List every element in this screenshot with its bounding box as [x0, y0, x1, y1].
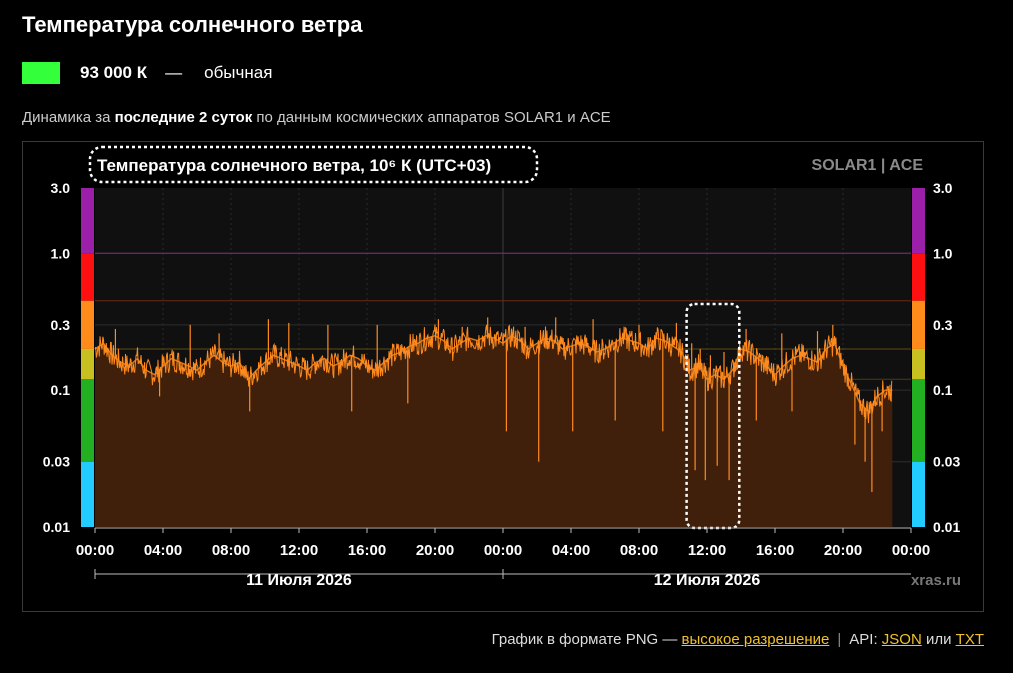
- high-resolution-link[interactable]: высокое разрешение: [682, 631, 830, 648]
- y-tick-label-left: 0.1: [51, 382, 71, 398]
- y-tick-label-right: 3.0: [933, 180, 953, 196]
- subtitle-period: последние 2 суток: [114, 109, 253, 126]
- y-tick-label-left: 0.03: [43, 454, 70, 470]
- color-scale-left-band: [81, 348, 94, 380]
- y-tick-label-left: 0.01: [43, 519, 70, 535]
- status-value: 93 000 К: [80, 63, 148, 82]
- footer-or-text: или: [921, 631, 956, 648]
- y-tick-label-left: 3.0: [51, 180, 71, 196]
- color-scale-left-band: [81, 300, 94, 349]
- footer-separator: |: [837, 631, 842, 648]
- color-scale-left-band: [81, 379, 94, 462]
- color-scale-right-band: [912, 348, 925, 380]
- color-scale-right-band: [912, 188, 925, 254]
- current-status: 93 000 К — обычная: [22, 60, 272, 86]
- source-label: SOLAR1 | ACE: [812, 157, 924, 174]
- json-link[interactable]: JSON: [882, 631, 922, 648]
- y-tick-label-right: 0.03: [933, 454, 960, 470]
- x-tick-label: 04:00: [144, 542, 182, 559]
- x-tick-label: 20:00: [824, 542, 862, 559]
- y-tick-label-right: 1.0: [933, 245, 953, 261]
- x-tick-label: 08:00: [212, 542, 250, 559]
- color-scale-left-band: [81, 188, 94, 254]
- subtitle-suffix: по данным космических аппаратов SOLAR1 и…: [252, 109, 611, 126]
- status-label: обычная: [204, 63, 273, 82]
- day-label: 12 Июля 2026: [654, 572, 761, 589]
- footer-api-text: API:: [849, 631, 882, 648]
- color-scale-right-band: [912, 379, 925, 462]
- x-tick-label: 20:00: [416, 542, 454, 559]
- color-scale-right-band: [912, 461, 925, 527]
- x-tick-label: 08:00: [620, 542, 658, 559]
- footer-png-text: График в формате PNG —: [491, 631, 682, 648]
- x-tick-label: 16:00: [348, 542, 386, 559]
- chart-description: Динамика за последние 2 суток по данным …: [22, 109, 611, 126]
- x-tick-label: 12:00: [688, 542, 726, 559]
- color-scale-left-band: [81, 461, 94, 527]
- y-tick-label-right: 0.3: [933, 317, 953, 333]
- status-dash: —: [165, 63, 183, 82]
- x-tick-label: 00:00: [76, 542, 114, 559]
- y-tick-label-left: 1.0: [51, 245, 71, 261]
- x-tick-label: 12:00: [280, 542, 318, 559]
- page-title: Температура солнечного ветра: [22, 12, 363, 37]
- color-scale-right-band: [912, 300, 925, 349]
- y-tick-label-left: 0.3: [51, 317, 71, 333]
- day-label: 11 Июля 2026: [246, 572, 352, 589]
- watermark: xras.ru: [911, 572, 961, 589]
- color-scale-right-band: [912, 253, 925, 301]
- x-tick-label: 16:00: [756, 542, 794, 559]
- status-color-swatch: [22, 62, 60, 84]
- footer: График в формате PNG — высокое разрешени…: [492, 631, 984, 648]
- color-scale-left-band: [81, 253, 94, 301]
- x-tick-label: 00:00: [892, 542, 930, 559]
- txt-link[interactable]: TXT: [956, 631, 984, 648]
- temperature-chart: Температура солнечного ветра, 10⁶ К (UTC…: [43, 145, 961, 589]
- x-tick-label: 04:00: [552, 542, 590, 559]
- chart-frame: Температура солнечного ветра, 10⁶ К (UTC…: [22, 141, 984, 612]
- y-tick-label-right: 0.1: [933, 382, 953, 398]
- y-tick-label-right: 0.01: [933, 519, 960, 535]
- subtitle-prefix: Динамика за: [22, 109, 115, 126]
- x-tick-label: 00:00: [484, 542, 522, 559]
- chart-title: Температура солнечного ветра, 10⁶ К (UTC…: [97, 156, 491, 175]
